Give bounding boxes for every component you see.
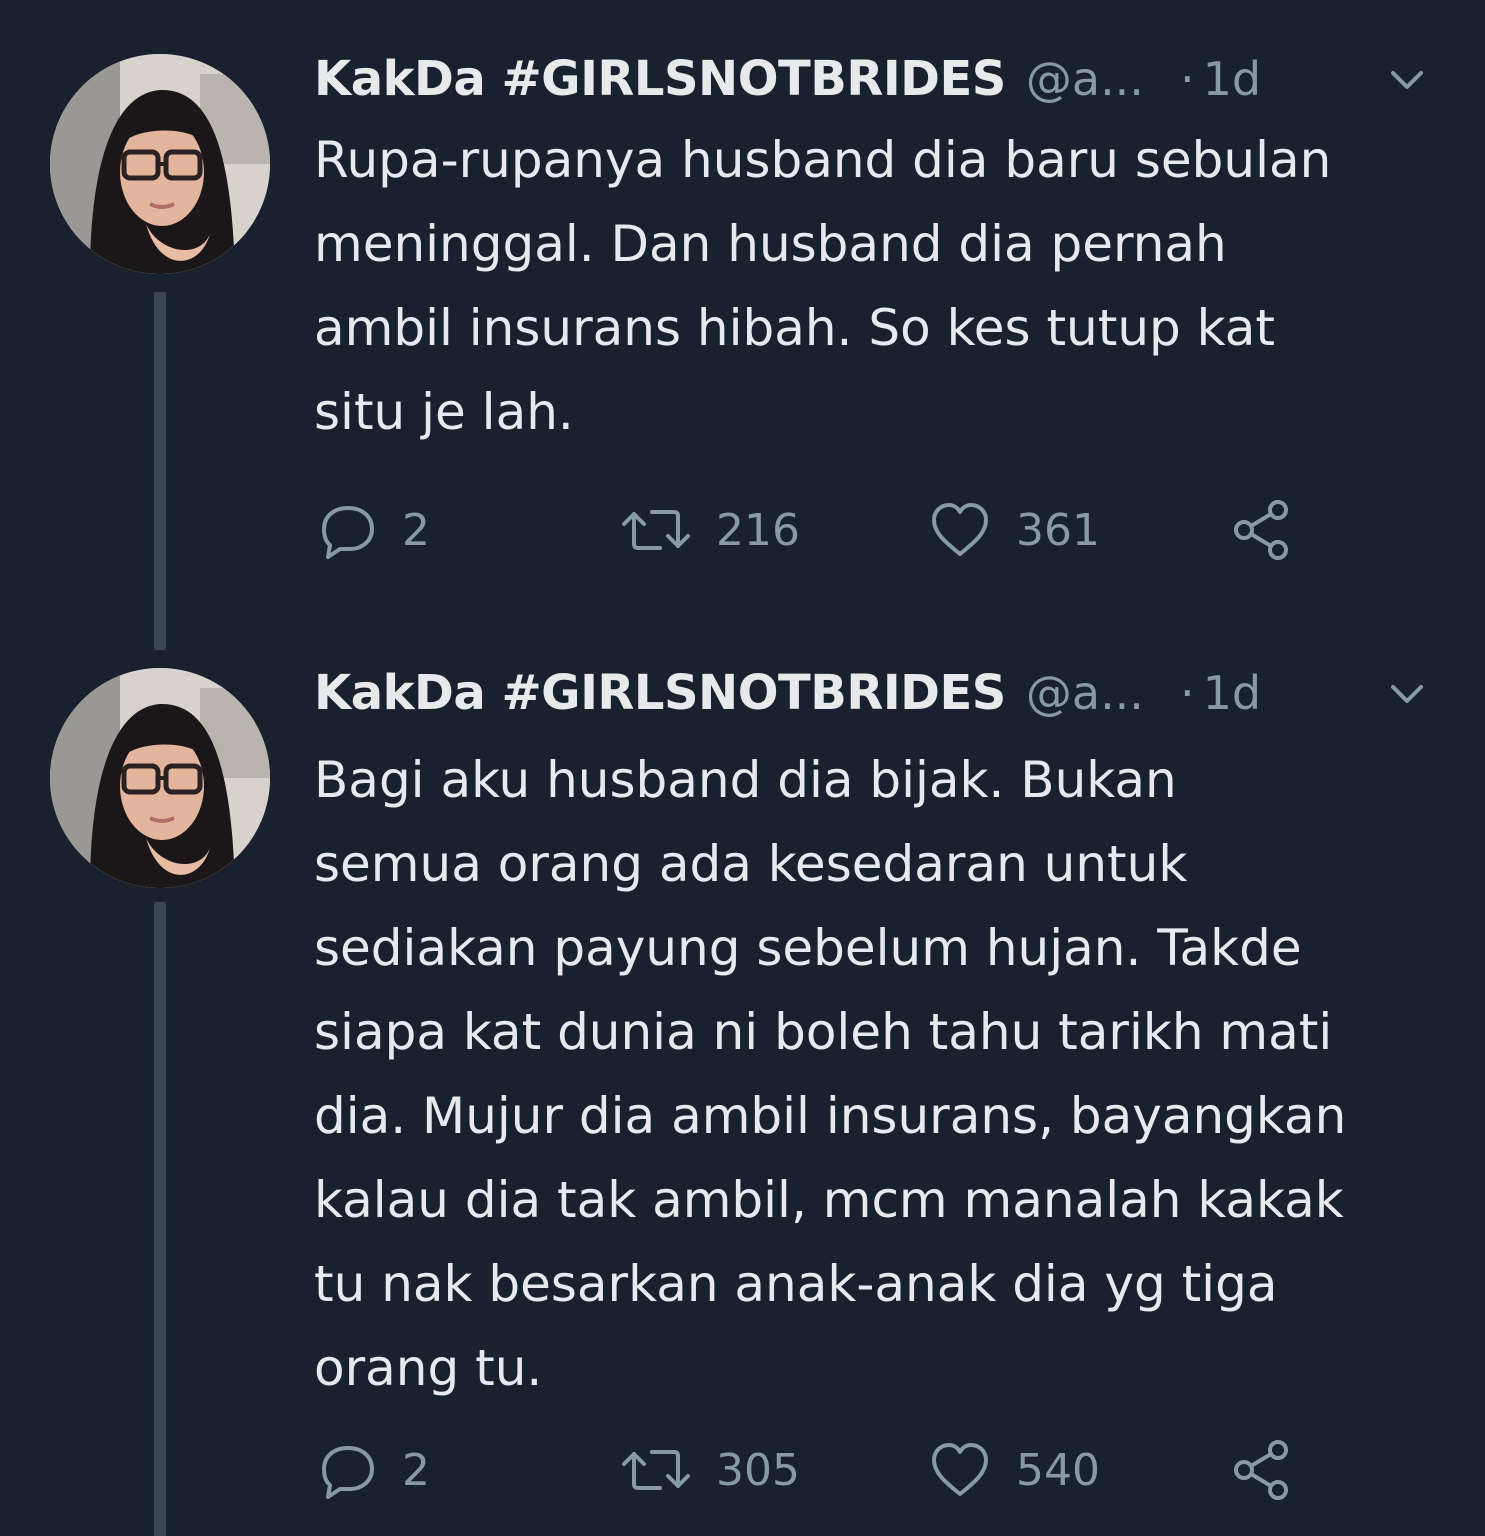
reply-button[interactable]: 2: [318, 1430, 430, 1510]
tweet[interactable]: KakDa #GIRLSNOTBRIDES @a... · 1d Rupa-ru…: [0, 0, 1485, 660]
reply-count: 2: [402, 504, 430, 556]
tweet-header: KakDa #GIRLSNOTBRIDES @a... · 1d: [314, 44, 1445, 114]
heart-icon: [932, 503, 988, 556]
avatar[interactable]: [50, 668, 270, 888]
retweet-icon: [622, 1450, 690, 1490]
tweet-text: Bagi aku husband dia bijak. Bukan semua …: [314, 751, 1347, 1397]
avatar[interactable]: [50, 54, 270, 274]
reply-icon: [322, 506, 374, 559]
tweet-header: KakDa #GIRLSNOTBRIDES @a... · 1d: [314, 658, 1445, 728]
share-button[interactable]: [1230, 1430, 1294, 1510]
handle[interactable]: @a...: [1026, 666, 1144, 720]
reply-button[interactable]: 2: [318, 490, 430, 570]
like-count: 361: [1016, 504, 1100, 556]
separator-dot: ·: [1179, 52, 1195, 106]
share-icon: [1234, 1440, 1288, 1500]
like-count: 540: [1016, 1444, 1100, 1496]
timestamp[interactable]: 1d: [1203, 52, 1261, 106]
display-name[interactable]: KakDa #GIRLSNOTBRIDES: [314, 665, 1006, 721]
tweet-actions: 2 216 361: [314, 490, 1414, 570]
tweet[interactable]: KakDa #GIRLSNOTBRIDES @a... · 1d Bagi ak…: [0, 660, 1485, 1536]
thread-line: [154, 902, 166, 1536]
timestamp[interactable]: 1d: [1203, 666, 1261, 720]
like-button[interactable]: 540: [928, 1430, 1100, 1510]
handle[interactable]: @a...: [1026, 52, 1144, 106]
retweet-icon: [622, 510, 690, 550]
display-name[interactable]: KakDa #GIRLSNOTBRIDES: [314, 51, 1006, 107]
retweet-count: 216: [716, 504, 800, 556]
reply-icon: [322, 1446, 374, 1499]
like-button[interactable]: 361: [928, 490, 1100, 570]
tweet-text: Rupa-rupanya husband dia baru sebulan me…: [314, 131, 1332, 441]
reply-count: 2: [402, 1444, 430, 1496]
tweet-thread: KakDa #GIRLSNOTBRIDES @a... · 1d Rupa-ru…: [0, 0, 1485, 1536]
share-button[interactable]: [1230, 490, 1294, 570]
chevron-down-icon[interactable]: [1385, 58, 1429, 102]
separator-dot: ·: [1179, 666, 1195, 720]
retweet-button[interactable]: 305: [620, 1430, 800, 1510]
tweet-actions: 2 305 540: [314, 1430, 1414, 1510]
chevron-down-icon[interactable]: [1385, 672, 1429, 716]
share-icon: [1234, 500, 1288, 560]
retweet-count: 305: [716, 1444, 800, 1496]
retweet-button[interactable]: 216: [620, 490, 800, 570]
thread-line: [154, 292, 166, 650]
heart-icon: [932, 1443, 988, 1496]
